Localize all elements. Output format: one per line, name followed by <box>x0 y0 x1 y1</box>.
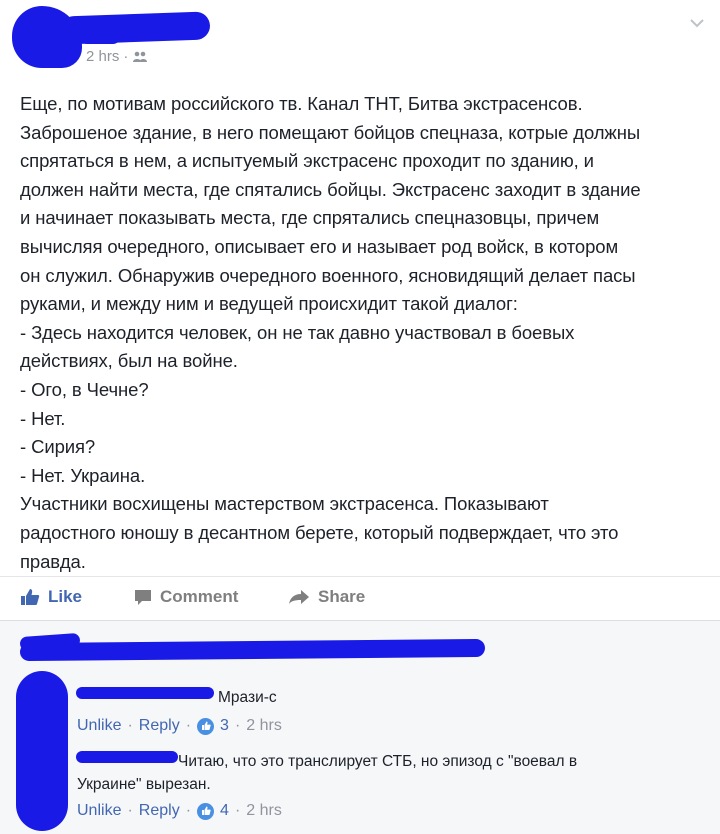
post-meta: 2 hrs · <box>86 48 148 65</box>
post-line: и начинает показывать места, где спрятал… <box>20 207 600 229</box>
comment-text-line: Украине" вырезан. <box>77 776 211 793</box>
reply-link[interactable]: Reply <box>139 802 180 820</box>
post-actions-bar: Like Comment Share <box>0 576 720 621</box>
share-icon <box>289 590 309 604</box>
post-line: Заброшеное здание, в него помещают бойцо… <box>20 121 641 143</box>
redaction-scribble <box>76 751 178 763</box>
separator-dot: · <box>127 802 133 819</box>
post-line: руками, и между ним и ведущей происхидит… <box>20 293 518 315</box>
separator-dot: · <box>185 717 192 734</box>
share-button[interactable]: Share <box>288 587 365 607</box>
unlike-link[interactable]: Unlike <box>77 717 121 735</box>
friends-icon[interactable] <box>132 50 148 63</box>
comments-section: Мрази-с Unlike · Reply · 3 · 2 hrs Читаю… <box>0 620 720 834</box>
post-line: - Нет. Украина. <box>20 464 146 486</box>
comment-label: Comment <box>160 587 239 606</box>
post-line: правда. <box>20 550 86 572</box>
post-line: должен найти места, где спятались бойцы.… <box>20 178 641 200</box>
post-line: - Ого, в Чечне? <box>20 378 149 400</box>
like-count-icon[interactable] <box>197 802 215 820</box>
comment-time[interactable]: 2 hrs <box>246 802 282 820</box>
post-line: спрятаться в нем, а испытуемый экстрасен… <box>20 150 594 172</box>
like-count[interactable]: 3 <box>220 717 229 735</box>
redaction-scribble <box>19 638 486 662</box>
post-body: Еще, по мотивам российского тв. Канал ТН… <box>20 90 710 576</box>
post-line: - Здесь находится человек, он не так дав… <box>20 321 575 343</box>
post-line: Участники восхищены мастерством экстрасе… <box>20 493 549 515</box>
post-line: радостного юношу в десантном берете, кот… <box>20 521 619 543</box>
post-line: он служил. Обнаружив очередного военного… <box>20 264 636 286</box>
redaction-scribble <box>76 687 214 699</box>
thumbs-up-icon <box>21 589 40 605</box>
like-count[interactable]: 4 <box>220 802 229 820</box>
unlike-link[interactable]: Unlike <box>77 802 121 820</box>
post-line: действиях, был на войне. <box>20 350 238 372</box>
post-line: - Нет. <box>20 407 66 429</box>
post-line: вычисляя очередного, описывает его и наз… <box>20 235 619 257</box>
separator-dot: · <box>185 802 192 819</box>
redaction-scribble <box>80 30 120 44</box>
comment-button[interactable]: Comment <box>134 587 238 607</box>
post-line: Еще, по мотивам российского тв. Канал ТН… <box>20 93 583 114</box>
comment-actions: Unlike · Reply · 3 · 2 hrs <box>77 717 282 735</box>
comment-icon <box>135 589 151 605</box>
post-line: - Сирия? <box>20 436 96 458</box>
comment-time[interactable]: 2 hrs <box>246 717 282 735</box>
share-label: Share <box>318 587 366 606</box>
reply-link[interactable]: Reply <box>139 717 180 735</box>
like-button[interactable]: Like <box>20 587 82 607</box>
meta-dot: · <box>123 48 129 65</box>
post-timestamp[interactable]: 2 hrs <box>86 48 119 65</box>
post-card: 2 hrs · Еще, по мотивам российского тв. … <box>0 0 720 620</box>
separator-dot: · <box>234 802 241 819</box>
like-count-icon[interactable] <box>197 717 215 735</box>
like-label: Like <box>48 587 83 606</box>
chevron-down-icon[interactable] <box>688 14 706 32</box>
separator-dot: · <box>234 717 241 734</box>
comment-actions: Unlike · Reply · 4 · 2 hrs <box>77 802 282 820</box>
separator-dot: · <box>127 717 133 734</box>
redaction-scribble <box>16 671 68 831</box>
comment-text: Мрази-с <box>218 689 277 706</box>
comment-text-line: Читаю, что это транслирует СТБ, но эпизо… <box>178 753 578 770</box>
